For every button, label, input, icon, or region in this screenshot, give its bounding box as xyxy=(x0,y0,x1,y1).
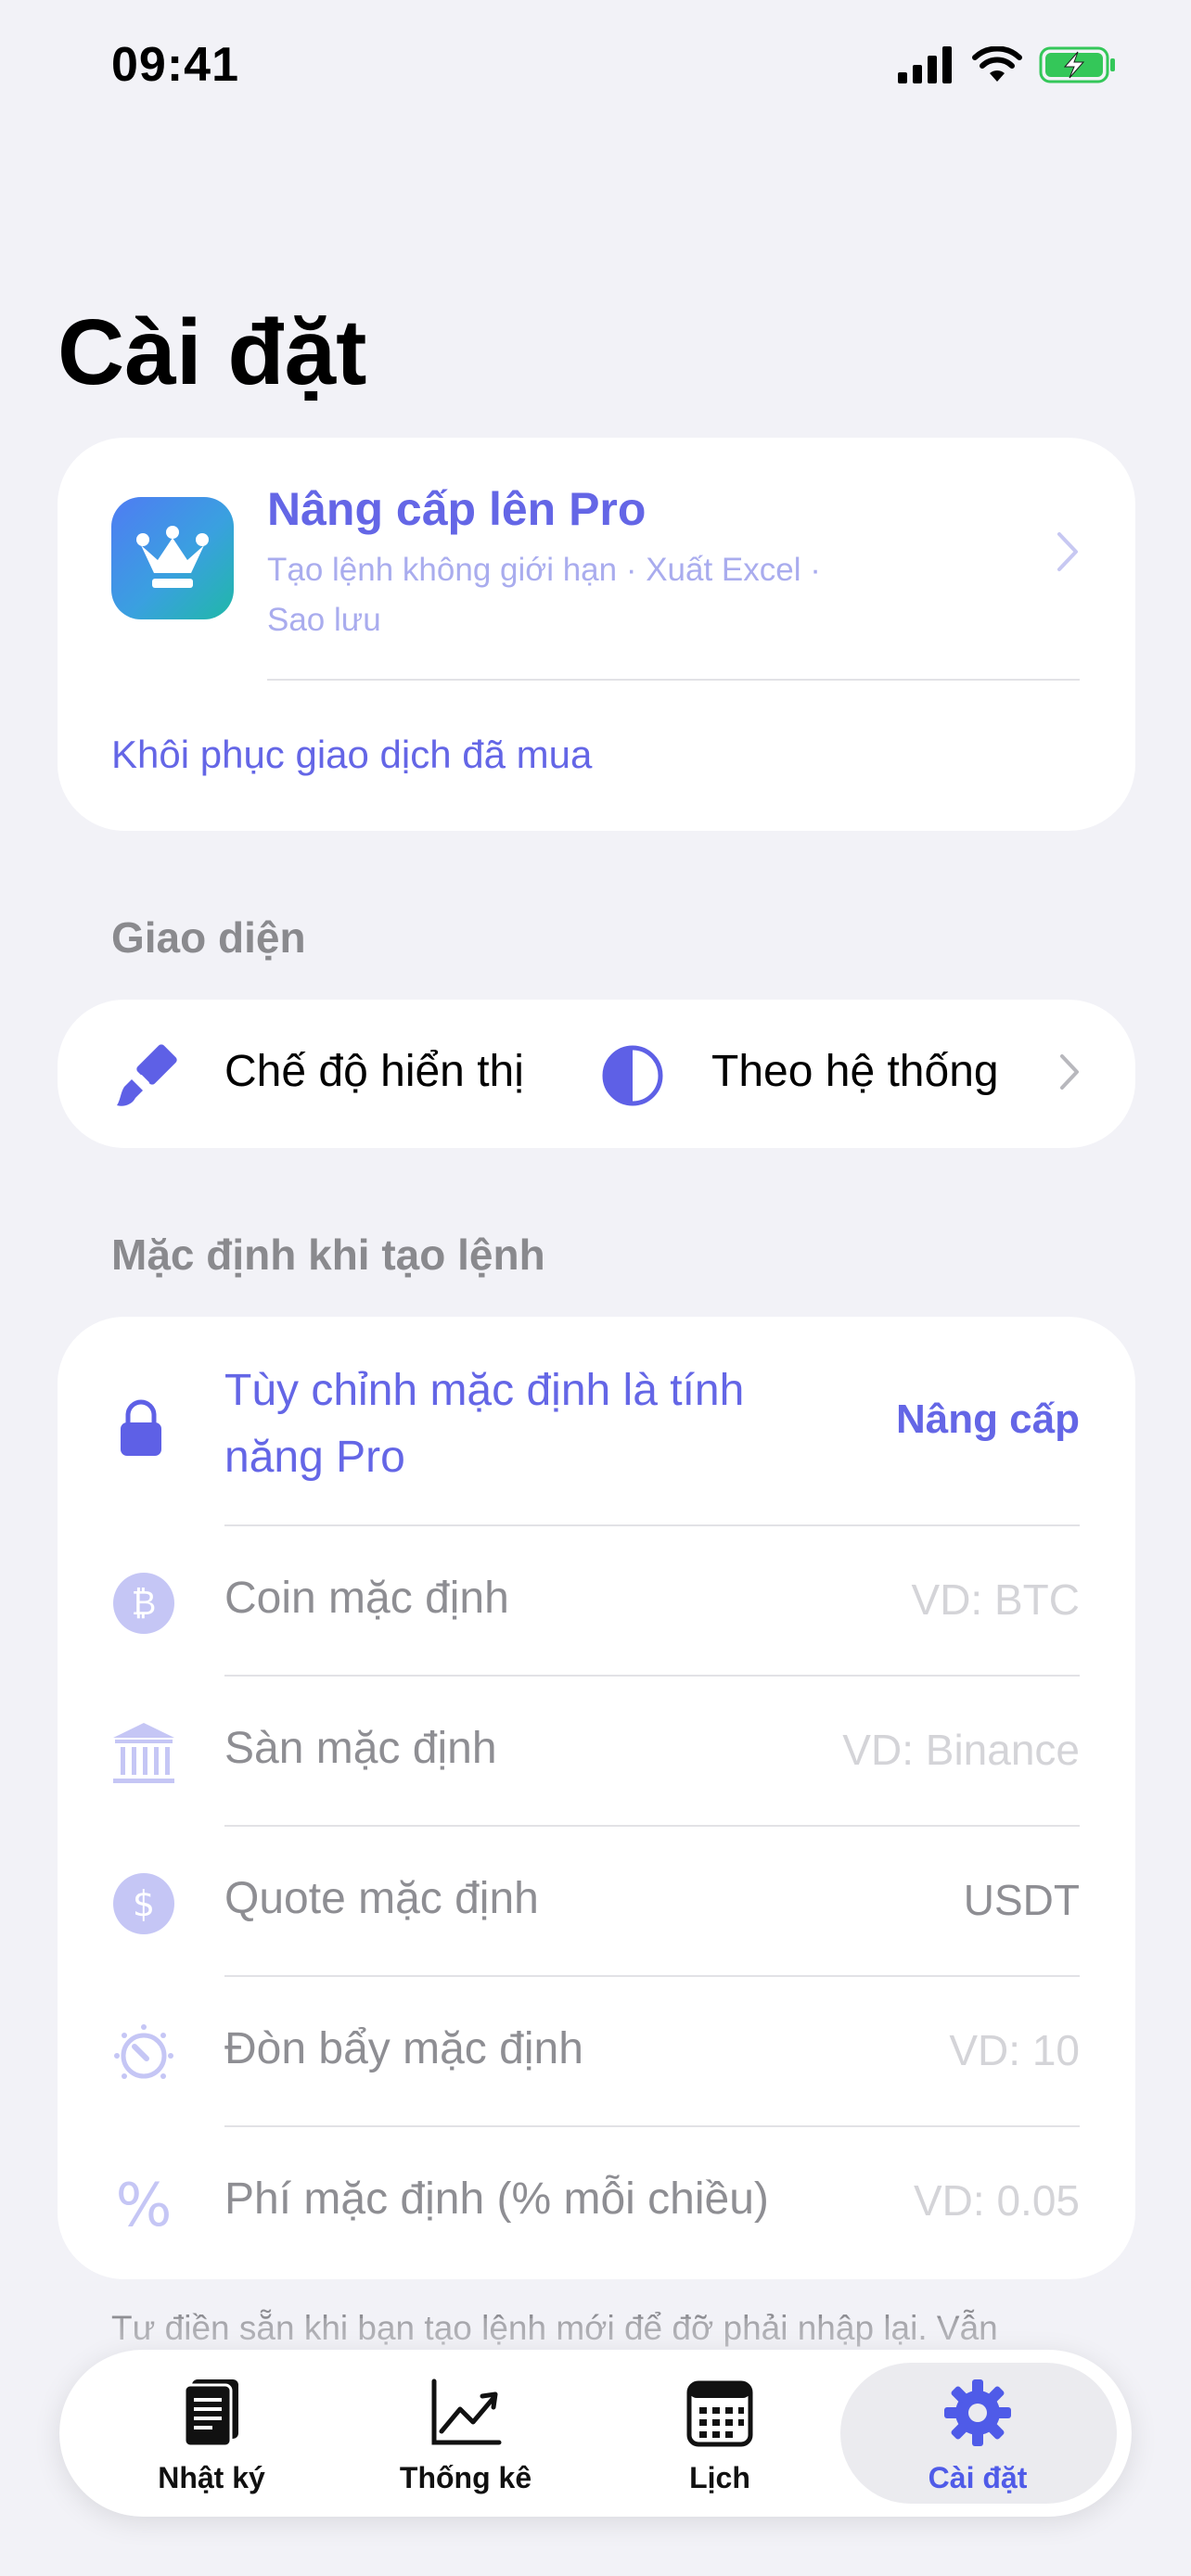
default-quote-value: USDT xyxy=(963,1876,1080,1924)
restore-purchases-link[interactable]: Khôi phục giao dịch đã mua xyxy=(111,733,592,777)
lock-icon xyxy=(121,1399,161,1456)
default-leverage-label: Đòn bẩy mặc định xyxy=(224,2024,583,2073)
gear-icon xyxy=(944,2379,1011,2446)
upgrade-button[interactable]: Nâng cấp xyxy=(896,1396,1080,1443)
pro-upgrade-card: Nâng cấp lên Pro Tạo lệnh không giới hạn… xyxy=(58,438,1135,831)
half-circle-icon xyxy=(602,1045,663,1106)
defaults-card: Tùy chỉnh mặc định là tính năng Pro Nâng… xyxy=(58,1317,1135,2279)
section-header-defaults: Mặc định khi tạo lệnh xyxy=(111,1231,545,1279)
cellular-signal-icon xyxy=(898,46,952,83)
tab-journal[interactable]: Nhật ký xyxy=(91,2350,332,2517)
tab-label: Nhật ký xyxy=(158,2461,265,2494)
bitcoin-icon: ₿ xyxy=(113,1573,174,1634)
default-quote-label: Quote mặc định xyxy=(224,1874,539,1923)
crown-icon xyxy=(136,526,209,588)
status-time: 09:41 xyxy=(111,38,239,92)
paintbrush-icon xyxy=(117,1044,177,1106)
chevron-right-icon xyxy=(1057,532,1078,571)
default-exchange-label: Sàn mặc định xyxy=(224,1724,497,1773)
percent-icon: % xyxy=(116,2172,173,2237)
status-icons xyxy=(898,46,1117,83)
wifi-icon xyxy=(972,46,1022,82)
default-fee-label: Phí mặc định (% mỗi chiều) xyxy=(224,2174,769,2224)
svg-text:₿: ₿ xyxy=(132,1585,157,1623)
pro-subtitle: Tạo lệnh không giới hạn · Xuất Excel · S… xyxy=(267,552,821,638)
default-coin-label: Coin mặc định xyxy=(224,1574,509,1623)
crown-app-icon xyxy=(111,497,234,619)
page-title: Cài đặt xyxy=(58,300,367,404)
default-fee-value: VD: 0.05 xyxy=(914,2176,1080,2225)
default-coin-value: VD: BTC xyxy=(911,1575,1080,1624)
display-mode-value: Theo hệ thống xyxy=(711,1047,999,1096)
tab-label: Cài đặt xyxy=(928,2461,1028,2494)
tab-label: Thống kê xyxy=(399,2461,532,2494)
default-coin-row[interactable]: ₿ Coin mặc định VD: BTC xyxy=(58,1526,1135,1677)
tab-statistics[interactable]: Thống kê xyxy=(345,2350,586,2517)
default-leverage-value: VD: 10 xyxy=(949,2026,1080,2074)
pro-feature-notice: Tùy chỉnh mặc định là tính năng Pro xyxy=(224,1366,745,1482)
tab-settings[interactable]: Cài đặt xyxy=(857,2350,1098,2517)
divider xyxy=(267,679,1080,681)
upgrade-pro-row[interactable]: Nâng cấp lên Pro Tạo lệnh không giới hạn… xyxy=(58,438,1135,679)
default-quote-row[interactable]: $ Quote mặc định USDT xyxy=(58,1827,1135,1977)
tab-label: Lịch xyxy=(689,2461,750,2494)
journal-icon xyxy=(183,2379,238,2448)
section-header-appearance: Giao diện xyxy=(111,913,306,962)
svg-text:$: $ xyxy=(133,1883,155,1924)
calendar-icon xyxy=(686,2380,753,2447)
tab-calendar[interactable]: Lịch xyxy=(599,2350,840,2517)
chevron-right-icon xyxy=(1060,1054,1079,1090)
bank-icon xyxy=(113,1723,174,1783)
default-leverage-row[interactable]: Đòn bẩy mặc định VD: 10 xyxy=(58,1977,1135,2127)
gauge-icon xyxy=(114,2024,173,2079)
svg-text:%: % xyxy=(116,2172,173,2237)
display-mode-label: Chế độ hiển thị xyxy=(224,1047,524,1096)
chart-icon xyxy=(431,2378,502,2445)
default-fee-row[interactable]: % Phí mặc định (% mỗi chiều) VD: 0.05 xyxy=(58,2127,1135,2277)
default-exchange-row[interactable]: Sàn mặc định VD: Binance xyxy=(58,1677,1135,1827)
tab-bar: Nhật ký Thống kê Lịch Cài đặt xyxy=(59,2350,1132,2517)
pro-title: Nâng cấp lên Pro xyxy=(267,483,647,535)
default-exchange-value: VD: Binance xyxy=(842,1726,1080,1774)
battery-charging-icon xyxy=(1039,46,1115,83)
dollar-icon: $ xyxy=(113,1873,174,1934)
display-mode-row[interactable]: Chế độ hiển thị Theo hệ thống xyxy=(58,1000,1135,1148)
